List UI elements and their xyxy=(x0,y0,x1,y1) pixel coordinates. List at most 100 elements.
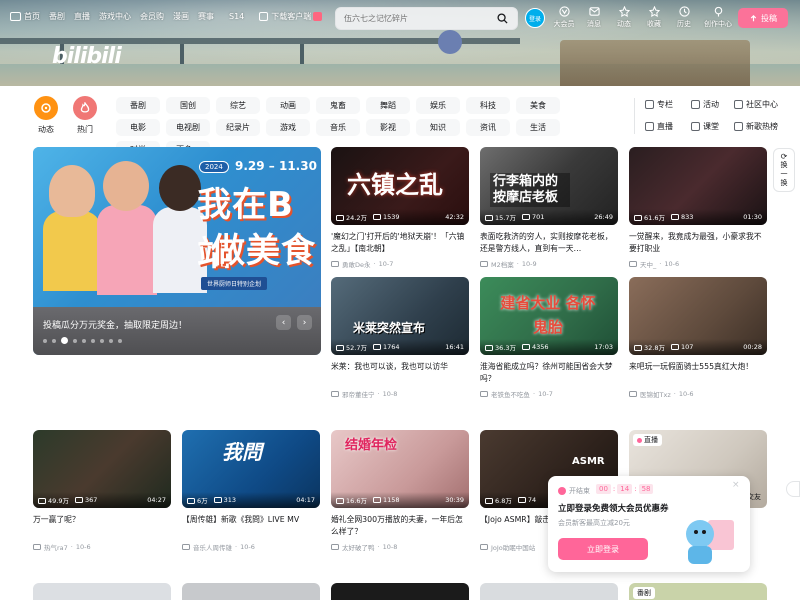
nav-match[interactable]: 赛事 xyxy=(198,11,214,22)
video-thumbnail[interactable]: 我問 6万 313 04:17 xyxy=(182,430,320,508)
tag-game[interactable]: 游戏 xyxy=(266,119,310,136)
history-button[interactable]: 历史 xyxy=(672,6,696,29)
tag-news[interactable]: 资讯 xyxy=(466,119,510,136)
carousel-dot[interactable] xyxy=(109,338,113,343)
link-activity[interactable]: 活动 xyxy=(691,99,731,110)
video-thumbnail[interactable]: 61.6万 833 01:30 xyxy=(629,147,767,225)
banner-carousel[interactable]: 2024 9.29 – 11.30 我在B站 做美食 世界厨师日特别企划 投稿瓜… xyxy=(33,147,321,355)
link-column[interactable]: 专栏 xyxy=(645,99,688,110)
video-title[interactable]: 表面吃救济的穷人，实则按摩花老板，还是警方线人，直到有一天… xyxy=(480,231,618,255)
dynamic-button[interactable]: 动态 xyxy=(612,6,636,29)
link-live[interactable]: 直播 xyxy=(645,121,688,132)
link-classroom[interactable]: 课堂 xyxy=(691,121,731,132)
video-thumbnail[interactable]: 结婚年检 16.6万 1158 30:39 xyxy=(331,430,469,508)
carousel-dot[interactable] xyxy=(52,338,56,343)
video-card[interactable]: 61.6万 833 01:30 一觉醒来，我竟成为最强，小豪求我不要打职业 天中_ ·… xyxy=(629,147,767,269)
video-owner[interactable]: 老铁鱼不吃鱼 · 10-7 xyxy=(480,389,618,399)
nav-anime[interactable]: 番剧 xyxy=(49,11,65,22)
tag-documentary[interactable]: 纪录片 xyxy=(216,119,260,136)
video-card[interactable]: 49.9万 367 04:27 万一赢了呢？ 热气ra7 · 10-6 xyxy=(33,430,171,552)
login-avatar[interactable]: 登录 xyxy=(525,8,545,28)
video-owner[interactable]: 音乐人周传雄 · 10-6 xyxy=(182,542,320,552)
nav-live[interactable]: 直播 xyxy=(74,11,90,22)
tag-fanju[interactable]: 番剧 xyxy=(116,97,160,114)
tag-entertainment[interactable]: 娱乐 xyxy=(416,97,460,114)
video-card-partial[interactable] xyxy=(331,583,469,600)
video-card[interactable]: 六镇之乱 24.2万 1539 42:32 '魔幻之门'打开后的'地狱天崩'！「六镇… xyxy=(331,147,469,269)
video-thumbnail[interactable]: 米莱突然宣布 52.7万 1764 16:41 xyxy=(331,277,469,355)
video-thumbnail[interactable]: 建省大业 各怀鬼胎 36.3万 4356 17:03 xyxy=(480,277,618,355)
video-thumbnail[interactable]: 六镇之乱 24.2万 1539 42:32 xyxy=(331,147,469,225)
tag-film[interactable]: 影视 xyxy=(366,119,410,136)
carousel-dot[interactable] xyxy=(43,338,47,343)
video-card[interactable]: 结婚年检 16.6万 1158 30:39 婚礼全网300万播放的夫妻，一年后怎么样… xyxy=(331,430,469,552)
refresh-button[interactable]: ⟳ 换 一 换 xyxy=(773,148,795,192)
tag-life[interactable]: 生活 xyxy=(516,119,560,136)
tag-variety[interactable]: 综艺 xyxy=(216,97,260,114)
carousel-dot[interactable] xyxy=(118,338,122,343)
link-community[interactable]: 社区中心 xyxy=(734,99,794,110)
video-title[interactable]: 米莱：我也可以谈，我也可以访华 xyxy=(331,361,469,385)
tag-movie[interactable]: 电影 xyxy=(116,119,160,136)
tag-dance[interactable]: 舞蹈 xyxy=(366,97,410,114)
video-owner[interactable]: 太好破了鸭 · 10-8 xyxy=(331,542,469,552)
video-title[interactable]: 婚礼全网300万播放的夫妻，一年后怎么样了？ xyxy=(331,514,469,538)
video-thumbnail[interactable]: 49.9万 367 04:27 xyxy=(33,430,171,508)
video-title[interactable]: '魔幻之门'打开后的'地狱天崩'！「六镇之乱」【南北朝】 xyxy=(331,231,469,255)
favorite-button[interactable]: 收藏 xyxy=(642,6,666,29)
carousel-prev-button[interactable]: ‹ xyxy=(276,315,291,330)
vip-button[interactable]: 大会员 xyxy=(552,6,576,29)
tag-music[interactable]: 音乐 xyxy=(316,119,360,136)
carousel-dot[interactable] xyxy=(91,338,95,343)
video-thumbnail[interactable]: 32.8万 107 00:28 xyxy=(629,277,767,355)
nav-download[interactable]: 下载客户端 xyxy=(259,11,323,22)
video-card-partial[interactable] xyxy=(33,583,171,600)
carousel-dot[interactable] xyxy=(82,338,86,343)
side-float-button[interactable] xyxy=(786,481,800,497)
video-owner[interactable]: M2档案 · 10-9 xyxy=(480,259,618,269)
nav-home[interactable]: 首页 xyxy=(10,11,40,22)
video-thumbnail[interactable]: 行李箱内的按摩店老板 15.7万 701 26:49 xyxy=(480,147,618,225)
tag-guichu[interactable]: 鬼畜 xyxy=(316,97,360,114)
video-owner[interactable]: 热气ra7 · 10-6 xyxy=(33,542,171,552)
tag-animation[interactable]: 动画 xyxy=(266,97,310,114)
carousel-next-button[interactable]: › xyxy=(297,315,312,330)
video-title[interactable]: 一觉醒来，我竟成为最强，小豪求我不要打职业 xyxy=(629,231,767,255)
video-title[interactable]: 来吧玩一玩假面骑士555真红大炮！ xyxy=(629,361,767,385)
carousel-dot-active[interactable] xyxy=(61,337,68,344)
video-card[interactable]: 行李箱内的按摩店老板 15.7万 701 26:49 表面吃救济的穷人，实则按摩花老… xyxy=(480,147,618,269)
carousel-dot[interactable] xyxy=(73,338,77,343)
hot-shortcut[interactable]: 热门 xyxy=(73,96,97,135)
video-owner[interactable]: 勇敢De永 · 10-7 xyxy=(331,259,469,269)
tag-guochuang[interactable]: 国创 xyxy=(166,97,210,114)
message-button[interactable]: 消息 xyxy=(582,6,606,29)
video-card[interactable]: 我問 6万 313 04:17 【周传雄】新歌《我問》LIVE MV 音乐人周传雄 ·… xyxy=(182,430,320,552)
post-button[interactable]: 投稿 xyxy=(738,8,788,28)
nav-mall[interactable]: 会员购 xyxy=(140,11,164,22)
tag-food[interactable]: 美食 xyxy=(516,97,560,114)
link-new-songs[interactable]: 新歌热榜 xyxy=(734,121,794,132)
video-owner[interactable]: 天中_ · 10-6 xyxy=(629,259,767,269)
close-icon[interactable]: × xyxy=(732,480,740,490)
nav-manga[interactable]: 漫画 xyxy=(173,11,189,22)
video-card-partial[interactable] xyxy=(182,583,320,600)
video-title[interactable]: 淮海省能成立吗？徐州可能国省会大梦吗？ xyxy=(480,361,618,385)
video-title[interactable]: 【周传雄】新歌《我問》LIVE MV xyxy=(182,514,320,538)
search-input[interactable] xyxy=(344,14,493,23)
fanju-card-partial[interactable]: 番剧 xyxy=(629,583,767,600)
tag-tech[interactable]: 科技 xyxy=(466,97,510,114)
tag-tv[interactable]: 电视剧 xyxy=(166,119,210,136)
video-owner[interactable]: 邪帝董佳宁 · 10-8 xyxy=(331,389,469,399)
nav-s14[interactable]: S14 xyxy=(229,12,244,21)
carousel-dot[interactable] xyxy=(100,338,104,343)
video-card[interactable]: 米莱突然宣布 52.7万 1764 16:41 米莱：我也可以谈，我也可以访华 邪帝… xyxy=(331,277,469,399)
tag-knowledge[interactable]: 知识 xyxy=(416,119,460,136)
carousel-caption[interactable]: 投稿瓜分万元奖金，抽取限定周边！ xyxy=(43,318,187,331)
video-card[interactable]: 32.8万 107 00:28 来吧玩一玩假面骑士555真红大炮！ 医锦如Txz · 1… xyxy=(629,277,767,399)
dynamic-shortcut[interactable]: 动态 xyxy=(34,96,58,135)
creator-center-button[interactable]: 创作中心 xyxy=(702,6,734,29)
video-card[interactable]: 建省大业 各怀鬼胎 36.3万 4356 17:03 淮海省能成立吗？徐州可能国省会… xyxy=(480,277,618,399)
bilibili-logo[interactable]: bilibili xyxy=(52,44,122,69)
video-card-partial[interactable] xyxy=(480,583,618,600)
video-title[interactable]: 万一赢了呢？ xyxy=(33,514,171,538)
